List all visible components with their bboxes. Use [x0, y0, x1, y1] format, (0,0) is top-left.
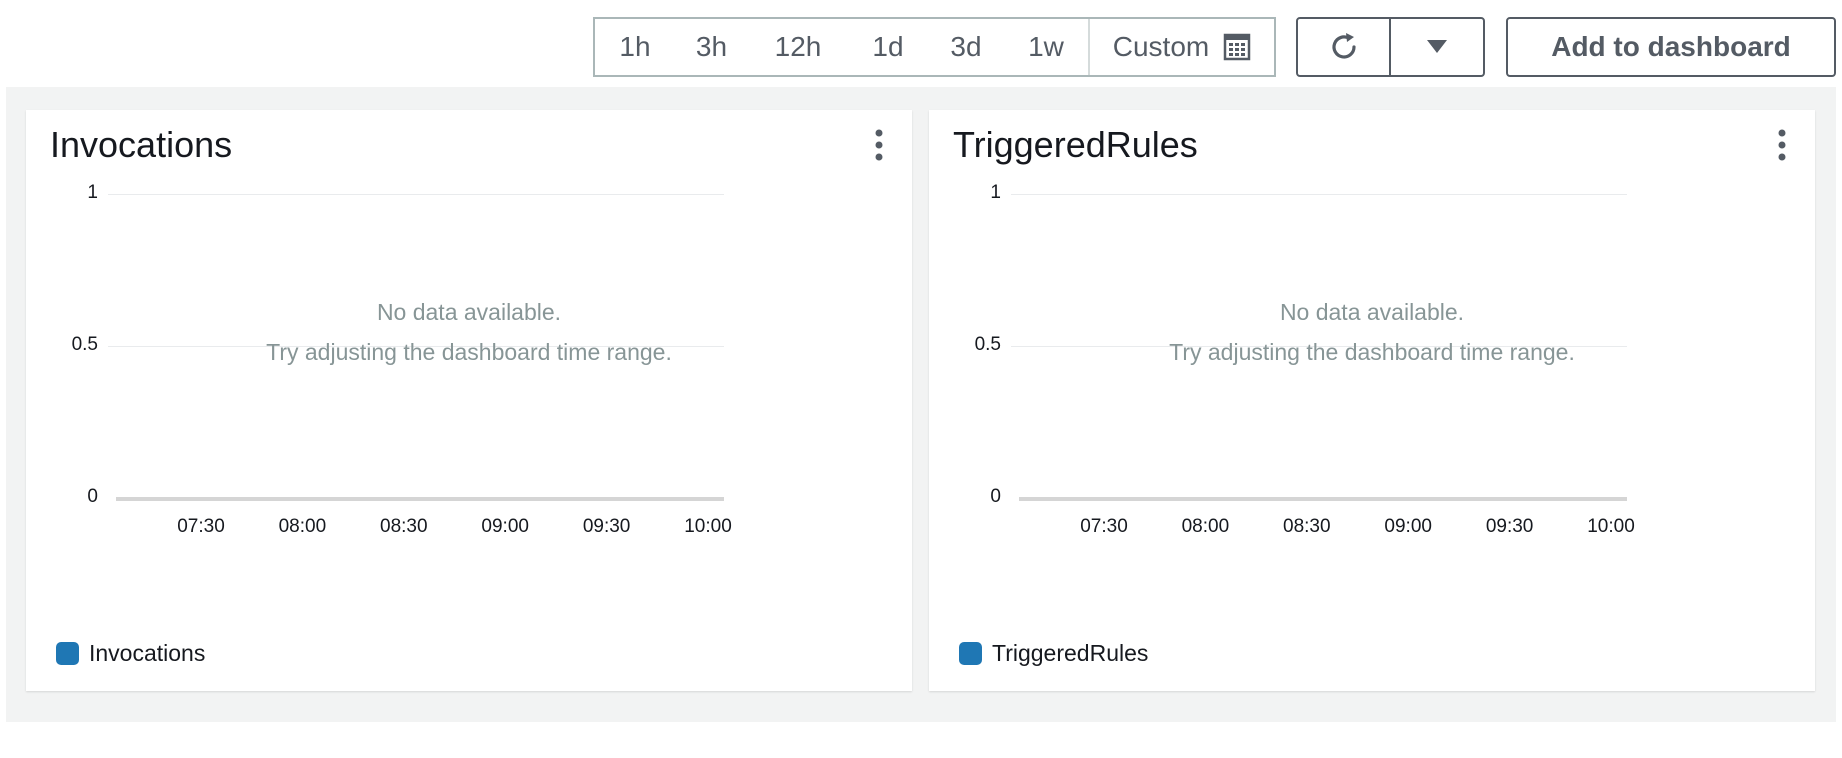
- chart-legend[interactable]: Invocations: [56, 640, 205, 667]
- y-tick-label: 0: [990, 486, 1001, 507]
- x-tick-label: 08:00: [278, 516, 327, 537]
- x-axis-baseline: [1019, 497, 1627, 501]
- dashboard-toolbar: 1h 3h 12h 1d 3d 1w Custom Add to dashboa…: [0, 0, 1842, 90]
- no-data-hint: Try adjusting the dashboard time range.: [266, 339, 672, 365]
- chart-plot-area: 1 0.5 0 07:30 08:00 08:30 09:00 09:30 10:00: [929, 110, 1815, 691]
- time-range-1w[interactable]: 1w: [1004, 19, 1088, 75]
- legend-label: TriggeredRules: [992, 640, 1149, 666]
- x-tick-label: 09:00: [1384, 516, 1432, 537]
- time-range-selector: 1h 3h 12h 1d 3d 1w Custom: [593, 17, 1276, 77]
- time-range-1h[interactable]: 1h: [595, 19, 675, 75]
- refresh-icon: [1331, 33, 1356, 59]
- time-range-1d[interactable]: 1d: [848, 19, 928, 75]
- time-range-12h[interactable]: 12h: [748, 19, 848, 75]
- chart-legend[interactable]: TriggeredRules: [959, 640, 1148, 667]
- time-range-custom[interactable]: Custom: [1088, 19, 1274, 75]
- x-tick-label: 09:00: [481, 516, 529, 537]
- y-gridline: [1011, 194, 1627, 195]
- refresh-options-dropdown[interactable]: [1389, 17, 1485, 77]
- calendar-icon: [1223, 33, 1251, 61]
- y-tick-label: 1: [990, 182, 1001, 203]
- no-data-hint: Try adjusting the dashboard time range.: [1169, 339, 1575, 365]
- x-tick-label: 09:30: [1485, 516, 1534, 537]
- legend-label: Invocations: [89, 640, 206, 666]
- x-tick-label: 07:30: [1080, 516, 1128, 537]
- y-tick-label: 1: [87, 182, 98, 203]
- caret-down-icon: [1427, 40, 1447, 53]
- x-tick-label: 08:00: [1181, 516, 1230, 537]
- y-tick-label: 0: [87, 486, 98, 507]
- dashboard-canvas: Invocations 1 0.5 0 07:30 08:00 08:30 09:00 09:…: [6, 87, 1836, 722]
- x-tick-label: 10:00: [1587, 516, 1635, 537]
- time-range-3d[interactable]: 3d: [928, 19, 1004, 75]
- chart-plot-area: 1 0.5 0 07:30 08:00 08:30 09:00 09:30 10:00: [26, 110, 912, 691]
- x-tick-label: 09:30: [582, 516, 631, 537]
- custom-label: Custom: [1112, 31, 1210, 62]
- widget-triggered-rules: TriggeredRules 1 0.5 0 07:30 08:00 08:30 09:00…: [929, 110, 1815, 691]
- vertical-ellipsis-icon[interactable]: [872, 128, 886, 162]
- legend-swatch: [56, 642, 79, 665]
- no-data-message: No data available.: [1279, 299, 1465, 325]
- legend-swatch: [959, 642, 982, 665]
- widget-title: Invocations: [50, 124, 233, 165]
- widget-title: TriggeredRules: [953, 124, 1198, 165]
- no-data-message: No data available.: [376, 299, 562, 325]
- x-tick-label: 10:00: [684, 516, 732, 537]
- x-tick-label: 08:30: [380, 516, 428, 537]
- x-tick-label: 08:30: [1283, 516, 1331, 537]
- y-gridline: [108, 194, 724, 195]
- x-axis-baseline: [116, 497, 724, 501]
- add-to-dashboard-button[interactable]: Add to dashboard: [1506, 17, 1836, 77]
- x-tick-label: 07:30: [177, 516, 225, 537]
- refresh-button[interactable]: [1296, 17, 1391, 77]
- time-range-3h[interactable]: 3h: [675, 19, 748, 75]
- widget-invocations: Invocations 1 0.5 0 07:30 08:00 08:30 09:00 09:…: [26, 110, 912, 691]
- vertical-ellipsis-icon[interactable]: [1775, 128, 1789, 162]
